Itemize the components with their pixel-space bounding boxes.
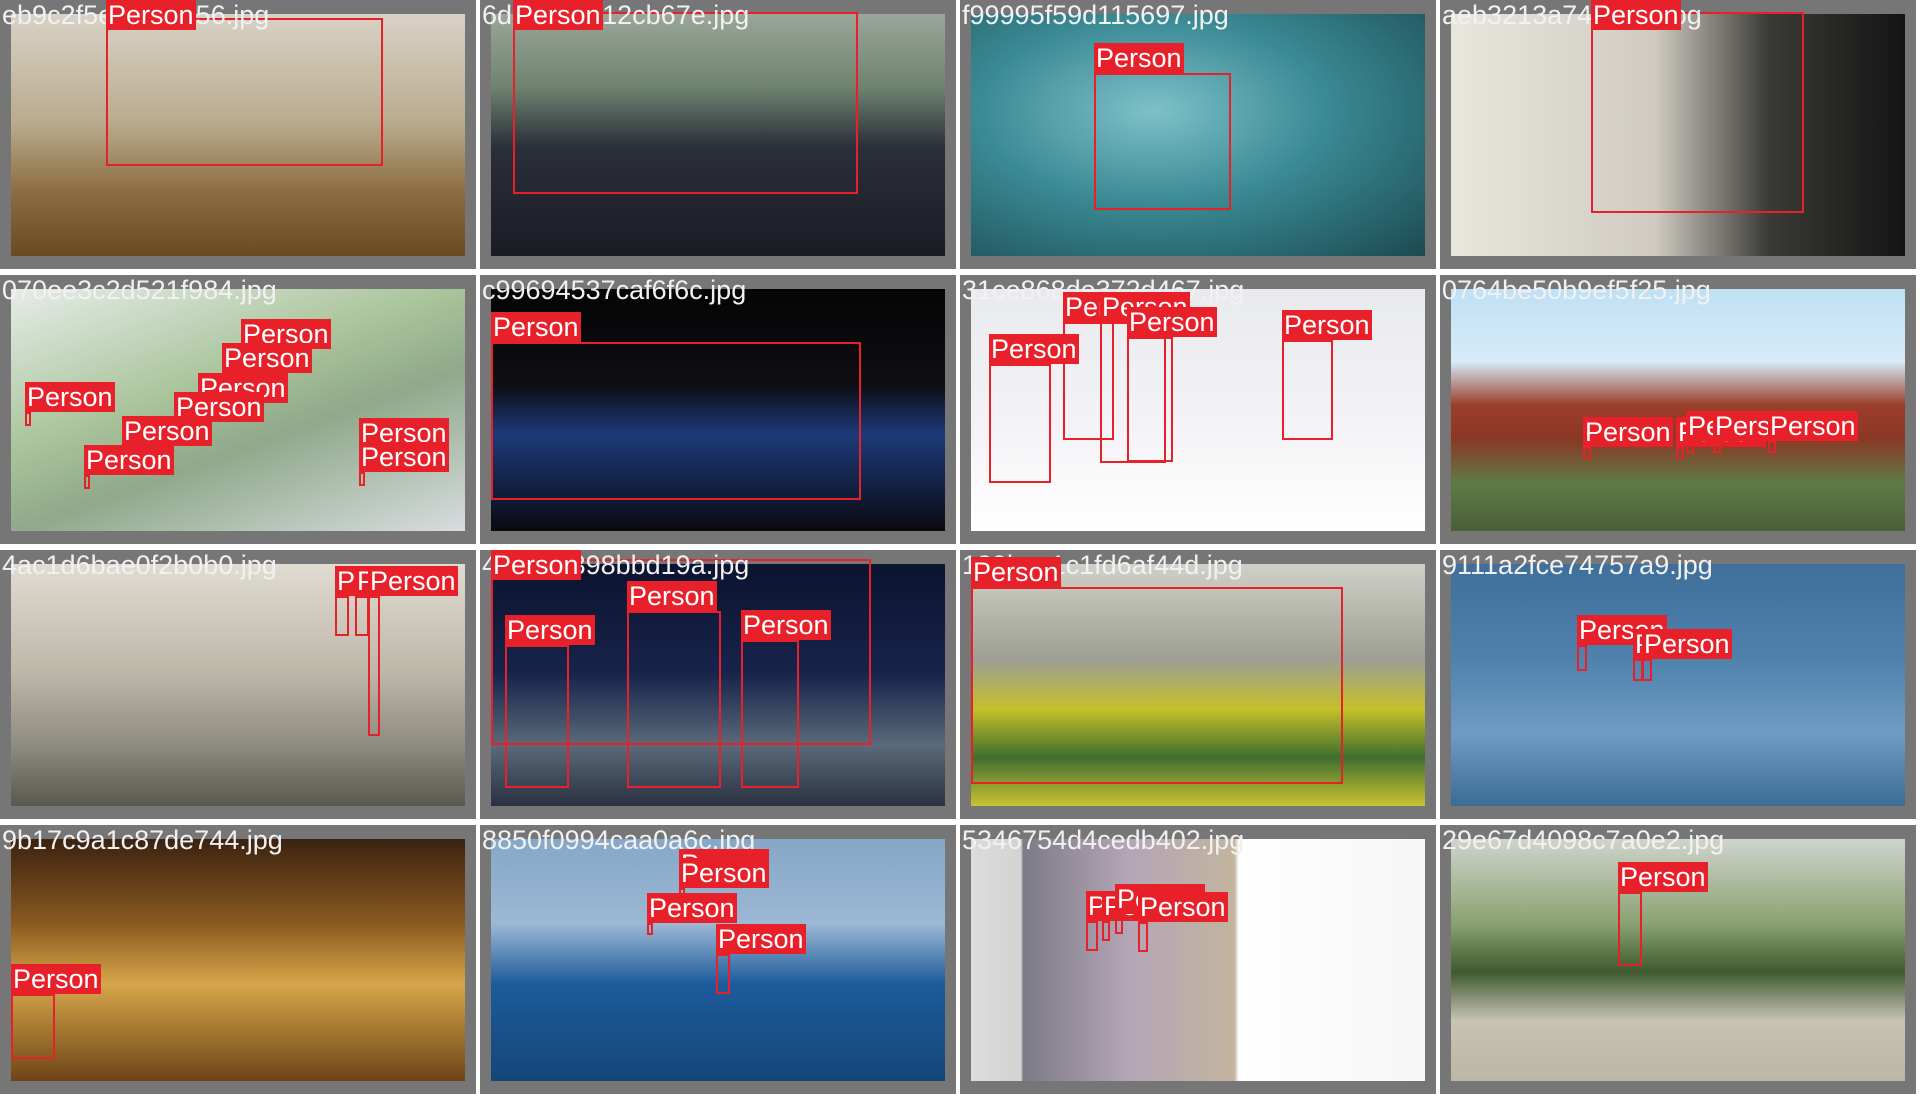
image-tile[interactable]: Person f99995f59d115697.jpg [960,0,1436,269]
detection-label: Person [122,416,212,446]
image-tile[interactable]: Personeb9c2f5ef792d456.jpg [0,0,476,269]
detection-label: Person [1138,892,1228,922]
bounding-box [84,475,90,489]
image-thumbnail [11,564,465,806]
image-tile[interactable]: Person Person Person Person Person Person Pers… [0,275,476,544]
image-tile[interactable]: PersonPersonPerson4ac1d6bae0f2b0b0.jpg [0,550,476,819]
image-tile[interactable]: PersonPersonPersonPerson8850f0994caa0a6c… [480,825,956,1094]
detection-label: Person [368,566,458,596]
filename-label: 4ac1d6bae0f2b0b0.jpg [2,550,277,580]
bounding-box [716,954,730,994]
detection-label: Person [106,0,196,30]
detection-label: Person [491,550,581,580]
image-tile[interactable]: Person c99694537caf6f6c.jpg [480,275,956,544]
image-tile[interactable]: PersonPersonPerson9111a2fce74757a9.jpg [1440,550,1916,819]
detection-label: Person [1282,310,1372,340]
image-thumbnail [1451,564,1905,806]
image-tile[interactable]: PersonPersonPersonPersonPerson0764be50b9… [1440,275,1916,544]
image-thumbnail [1451,289,1905,531]
bounding-box [25,412,31,426]
detection-label: Person [1127,307,1217,337]
bounding-box [1583,447,1591,459]
bounding-box [491,342,861,500]
bounding-box [1591,12,1804,213]
bounding-box [1768,441,1776,453]
bounding-box [971,587,1343,784]
detection-label: Person [505,615,595,645]
detection-label: Person [359,442,449,472]
image-thumbnail [11,839,465,1081]
bounding-box [1094,73,1231,210]
detection-label: Person [25,382,115,412]
bounding-box [741,640,799,788]
image-tile[interactable]: PersonPersonPersonPersonPerson31ce868de3… [960,275,1436,544]
bounding-box [647,923,653,935]
detection-label: Person [679,858,769,888]
bounding-box [106,18,383,166]
bounding-box [1282,340,1333,440]
detection-label: Person [1618,862,1708,892]
detection-label: Person [1591,0,1681,30]
bounding-box [1127,337,1173,462]
detection-label: Person [1642,629,1732,659]
bounding-box [505,645,569,788]
bounding-box [1618,892,1642,966]
image-tile[interactable]: Person aeb3213a74f79c9.jpg [1440,0,1916,269]
bounding-box [1577,645,1587,671]
image-tile[interactable]: Person 29e67d4098c7a0e2.jpg [1440,825,1916,1094]
bounding-box [1102,921,1110,941]
filename-label: c99694537caf6f6c.jpg [482,275,747,305]
image-tile[interactable]: Person 9b17c9a1c87de744.jpg [0,825,476,1094]
filename-label: 9111a2fce74757a9.jpg [1442,550,1713,580]
image-tile[interactable]: Person Person Person Person 492cf5f398bbd19a… [480,550,956,819]
detection-label: Person [971,557,1061,587]
bounding-box [989,364,1051,483]
bounding-box [359,472,365,486]
bounding-box [1086,921,1098,951]
bounding-box [368,596,380,736]
detection-label: Person [491,312,581,342]
image-tile[interactable]: Person 6d7e7b8812cb67e.jpg [480,0,956,269]
bounding-box [1138,922,1148,952]
filename-label: 9b17c9a1c87de744.jpg [2,825,283,855]
image-tile[interactable]: PersonPersonPersonPerson5346754d4cedb402… [960,825,1436,1094]
detection-grid: Personeb9c2f5ef792d456.jpgPerson6d7e7b88… [0,0,1920,1100]
bounding-box [11,994,55,1059]
detection-label: Person [627,581,717,611]
detection-label: Person [1768,411,1858,441]
bounding-box [627,611,721,788]
bounding-box [355,596,369,636]
filename-label: 29e67d4098c7a0e2.jpg [1442,825,1725,855]
image-thumbnail [971,839,1425,1081]
filename-label: 070ee3c2d521f984.jpg [2,275,277,305]
bounding-box [335,596,349,636]
detection-label: Person [222,343,312,373]
image-tile[interactable]: Person 139bec1c1fd6af44d.jpg [960,550,1436,819]
detection-label: Person [84,445,174,475]
filename-label: 5346754d4cedb402.jpg [962,825,1245,855]
detection-label: Person [647,893,737,923]
detection-label: Person [11,964,101,994]
detection-label: Person [1094,43,1184,73]
detection-label: Person [989,334,1079,364]
detection-label: Person [741,610,831,640]
bounding-box [1642,659,1652,681]
detection-label: Person [513,0,603,30]
bounding-box [513,12,858,194]
filename-label: f99995f59d115697.jpg [962,0,1229,30]
detection-label: Person [1583,417,1673,447]
detection-label: Person [716,924,806,954]
bounding-box [1676,447,1684,459]
filename-label: 0764be50b9ef5f25.jpg [1442,275,1711,305]
